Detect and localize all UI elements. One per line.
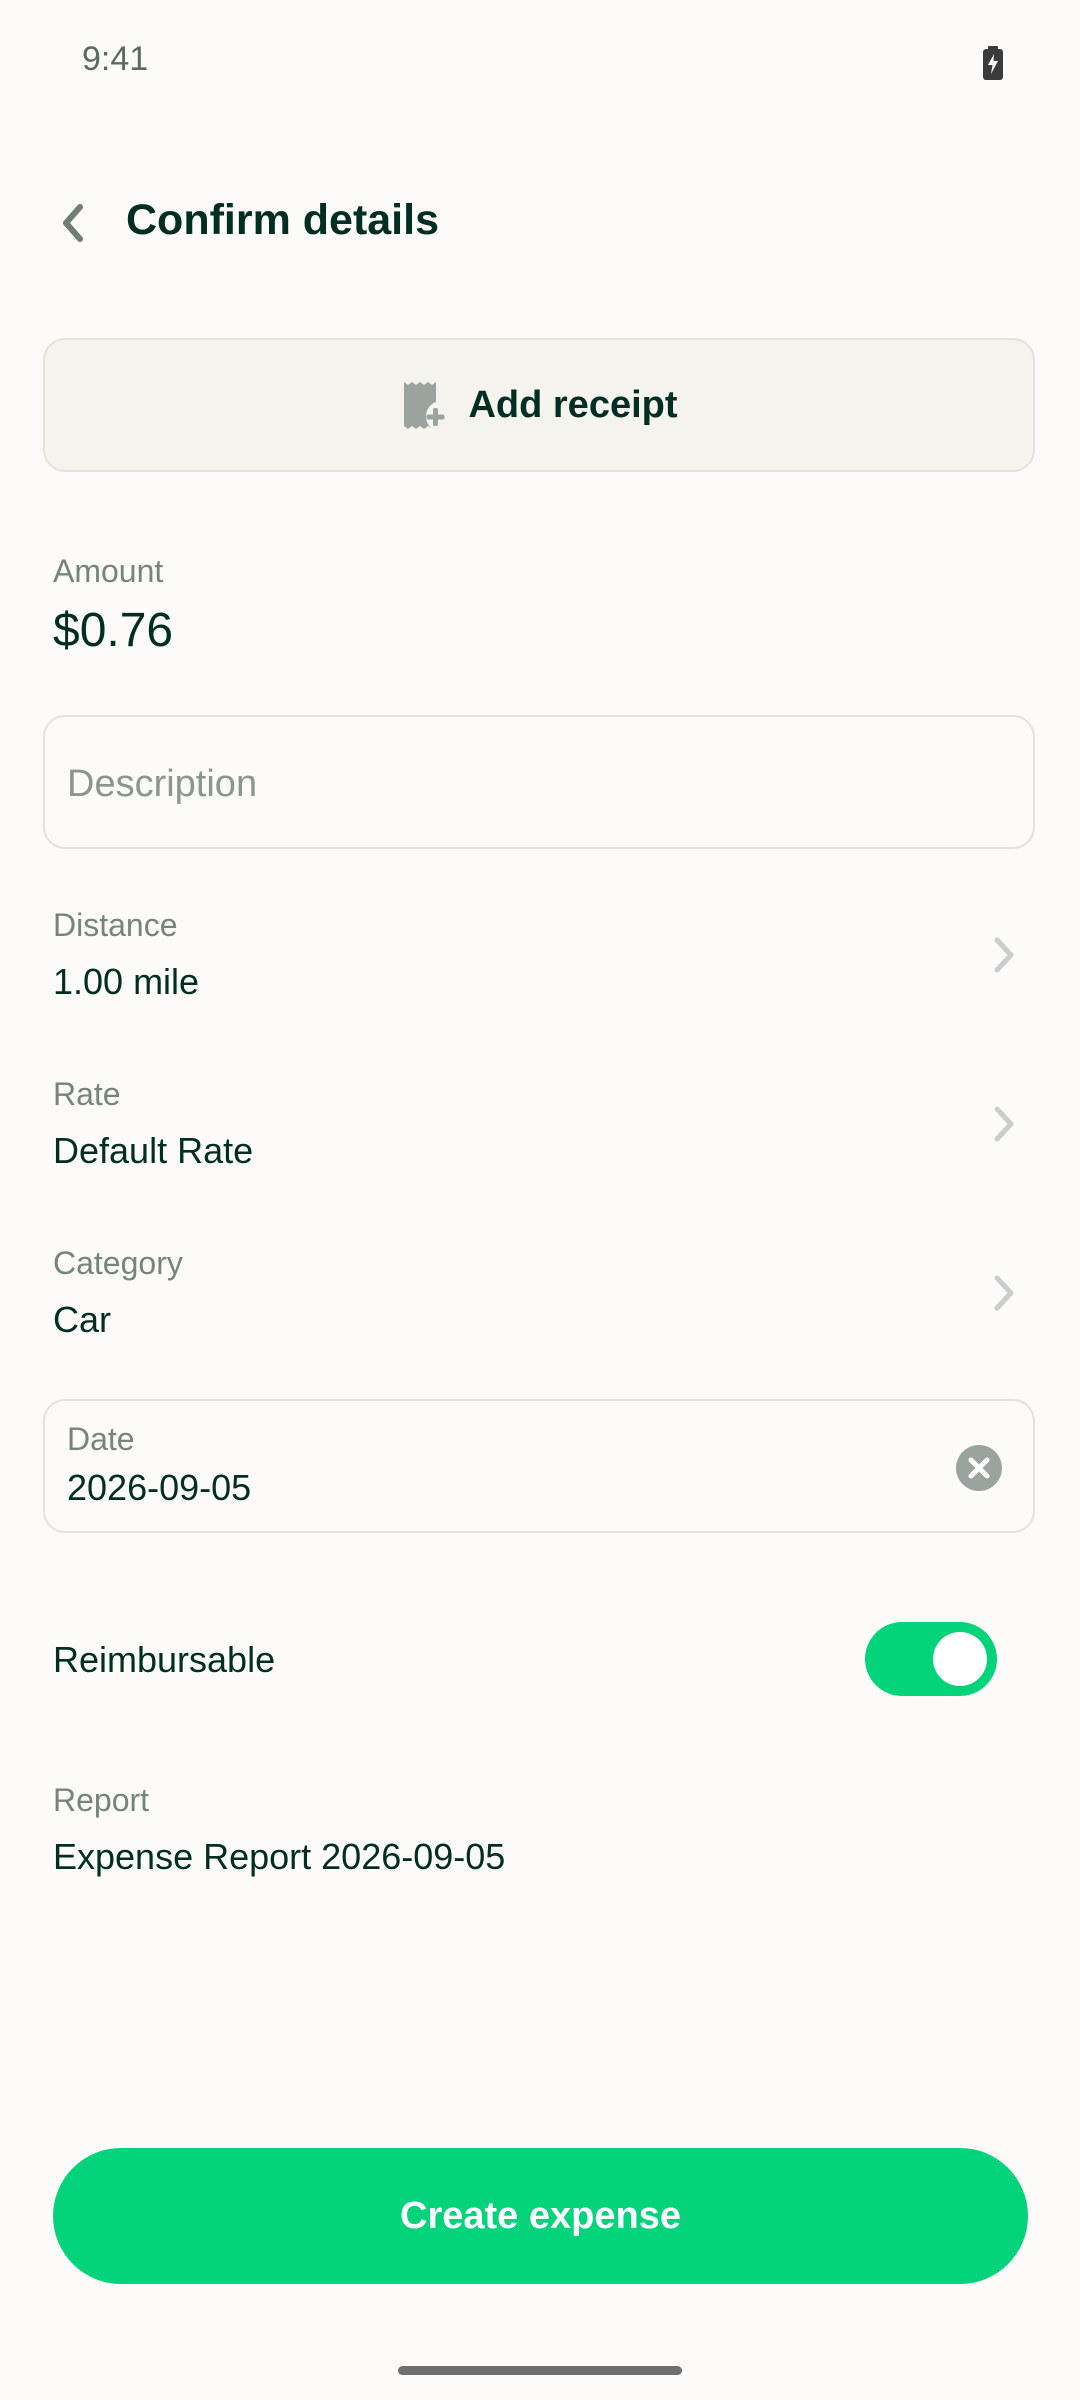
description-placeholder: Description <box>67 763 258 805</box>
chevron-right-icon <box>984 1263 1024 1323</box>
add-receipt-label: Add receipt <box>468 383 678 426</box>
toggle-knob <box>933 1632 987 1686</box>
clear-icon[interactable] <box>955 1444 1003 1497</box>
page-title: Confirm details <box>126 196 439 244</box>
chevron-right-icon <box>984 925 1024 985</box>
rate-label: Rate <box>53 1076 121 1112</box>
reimbursable-toggle[interactable] <box>865 1622 997 1696</box>
back-button[interactable] <box>50 196 94 250</box>
date-field[interactable]: Date 2026-09-05 <box>43 1399 1035 1533</box>
report-label: Report <box>53 1782 150 1818</box>
amount-label: Amount <box>53 553 164 589</box>
category-row[interactable]: Category Car <box>0 1233 1080 1363</box>
chevron-right-icon <box>984 1094 1024 1154</box>
report-row[interactable]: Report Expense Report 2026-09-05 <box>0 1770 1080 1900</box>
receipt-add-icon <box>404 382 445 429</box>
distance-value: 1.00 mile <box>53 961 200 1002</box>
amount-value[interactable]: $0.76 <box>53 603 173 658</box>
back-arrow-icon <box>63 204 83 242</box>
date-label: Date <box>67 1421 135 1457</box>
status-time: 9:41 <box>82 40 149 78</box>
date-value: 2026-09-05 <box>67 1467 252 1508</box>
category-value: Car <box>53 1299 112 1340</box>
report-value: Expense Report 2026-09-05 <box>53 1836 506 1877</box>
distance-label: Distance <box>53 907 178 943</box>
add-receipt-button[interactable]: Add receipt <box>43 338 1035 472</box>
rate-row[interactable]: Rate Default Rate <box>0 1064 1080 1194</box>
create-expense-button[interactable]: Create expense <box>53 2148 1028 2284</box>
category-label: Category <box>53 1245 183 1281</box>
rate-value: Default Rate <box>53 1130 254 1171</box>
battery-icon <box>983 46 1003 80</box>
home-indicator[interactable] <box>398 2366 682 2375</box>
distance-row[interactable]: Distance 1.00 mile <box>0 895 1080 1025</box>
reimbursable-label: Reimbursable <box>53 1639 276 1680</box>
description-field[interactable]: Description <box>43 715 1035 849</box>
